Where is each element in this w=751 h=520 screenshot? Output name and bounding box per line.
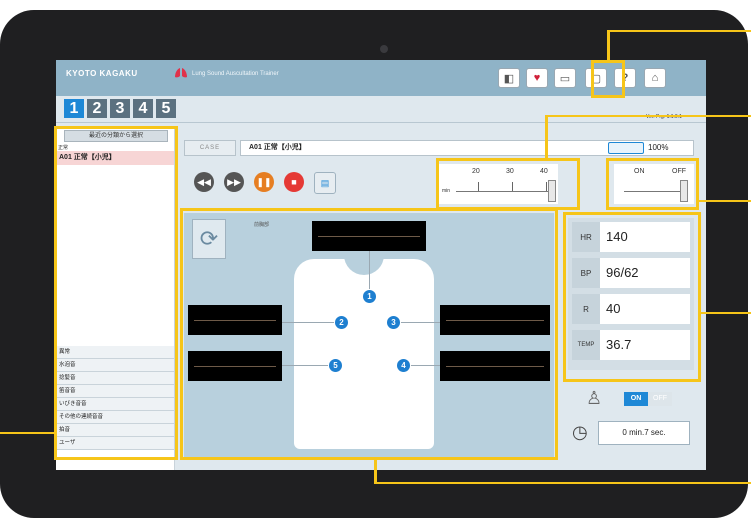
patient-icon: ♙ (586, 388, 603, 408)
monitor-icon[interactable]: ▭ (554, 68, 576, 88)
tab-1[interactable]: 1 (64, 99, 84, 118)
patient-toggle-row: ♙ ON OFF (568, 386, 694, 412)
case-label: CASE (184, 140, 236, 156)
callout-line (545, 115, 751, 117)
home-icon[interactable]: ⌂ (644, 68, 666, 88)
tab-5[interactable]: 5 (156, 99, 176, 118)
lungs-logo-icon (175, 68, 187, 78)
callout-frame-list (54, 126, 178, 460)
callout-frame-switch (606, 158, 699, 210)
callout-frame-volume (436, 158, 580, 210)
document-icon[interactable]: ▤ (314, 172, 336, 194)
callout-line (374, 482, 751, 484)
forward-button[interactable]: ▶▶ (224, 172, 244, 192)
tab-4[interactable]: 4 (133, 99, 153, 118)
brand-logo: KYOTO KAGAKU (66, 69, 138, 78)
clock-icon: ◷ (572, 422, 588, 442)
callout-line (374, 460, 377, 484)
speaker-icon[interactable]: ◧ (498, 68, 520, 88)
pause-button[interactable]: ❚❚ (254, 172, 274, 192)
tab-3[interactable]: 3 (110, 99, 130, 118)
toggle-on[interactable]: ON (624, 392, 648, 406)
callout-line (699, 200, 751, 202)
timer-display: ◷ 0 min.7 sec. (568, 418, 694, 448)
toggle-off[interactable]: OFF (648, 392, 672, 406)
app-subtitle: Lung Sound Auscultation Trainer (192, 71, 279, 77)
callout-line (545, 115, 548, 158)
stop-button[interactable]: ■ (284, 172, 304, 192)
battery-percent: 100% (648, 143, 669, 152)
tab-2[interactable]: 2 (87, 99, 107, 118)
callout-frame-body (180, 208, 558, 460)
divider (56, 122, 706, 123)
callout-line (607, 30, 610, 60)
callout-frame-vitals (563, 212, 701, 382)
rewind-button[interactable]: ◀◀ (194, 172, 214, 192)
callout-line (607, 30, 751, 32)
callout-frame-manual (591, 60, 625, 98)
camera-icon (380, 45, 388, 53)
callout-line (0, 432, 56, 434)
battery-icon (608, 142, 644, 154)
timer-value: 0 min.7 sec. (598, 421, 690, 445)
lungs-icon[interactable]: ♥ (526, 68, 548, 88)
callout-line (701, 312, 751, 314)
